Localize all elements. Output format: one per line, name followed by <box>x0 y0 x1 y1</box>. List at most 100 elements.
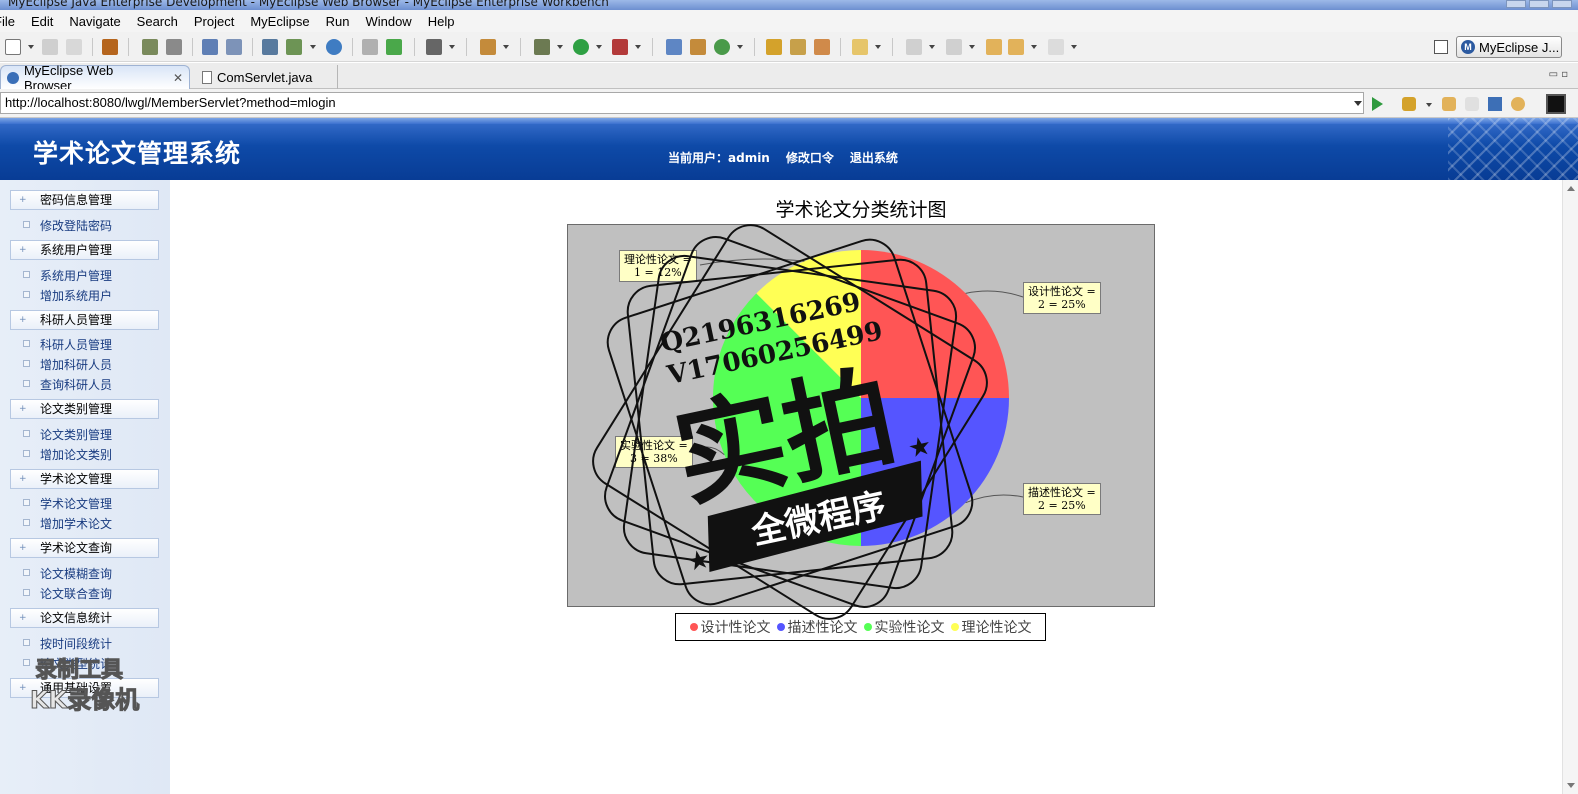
hierarchy-icon[interactable] <box>690 39 706 55</box>
sidebar-group-researchers[interactable]: + 科研人员管理 <box>10 310 159 330</box>
scroll-down-icon[interactable] <box>1567 783 1575 788</box>
sidebar-item-add-user[interactable]: 增加系统用户 <box>23 287 112 304</box>
menu-myeclipse[interactable]: MyEclipse <box>242 14 317 29</box>
run-dropdown-icon[interactable] <box>596 45 602 49</box>
debug-icon[interactable] <box>534 39 550 55</box>
url-dropdown-icon[interactable] <box>1354 101 1362 106</box>
project-folder-dropdown-icon[interactable] <box>875 45 881 49</box>
console-icon[interactable] <box>1546 94 1566 114</box>
vertical-scrollbar[interactable] <box>1562 180 1578 794</box>
sidebar-group-categories[interactable]: + 论文类别管理 <box>10 399 159 419</box>
deploy-icon[interactable] <box>166 39 182 55</box>
prev-annotation-icon[interactable] <box>946 39 962 55</box>
menu-file[interactable]: File <box>0 14 23 29</box>
browser-forward-icon[interactable] <box>1465 97 1479 111</box>
menu-window[interactable]: Window <box>357 14 419 29</box>
perspective-button[interactable]: M MyEclipse J... <box>1456 36 1562 58</box>
menu-search[interactable]: Search <box>129 14 186 29</box>
item-label: 科研人员管理 <box>40 338 113 352</box>
menu-help[interactable]: Help <box>420 14 463 29</box>
close-window-button[interactable] <box>1552 0 1572 8</box>
sidebar-group-users[interactable]: + 系统用户管理 <box>10 240 159 260</box>
refresh-icon[interactable] <box>714 39 730 55</box>
menu-run[interactable]: Run <box>318 14 358 29</box>
forward-dropdown-icon[interactable] <box>1071 45 1077 49</box>
next-annotation-icon[interactable] <box>906 39 922 55</box>
tab-web-browser[interactable]: MyEclipse Web Browser ✕ <box>0 63 190 93</box>
package-icon[interactable] <box>102 39 118 55</box>
server-icon[interactable] <box>142 39 158 55</box>
sidebar-item-add-researcher[interactable]: 增加科研人员 <box>23 356 112 373</box>
run-icon[interactable] <box>573 39 589 55</box>
menu-edit[interactable]: Edit <box>23 14 61 29</box>
sidebar-item-add-paper[interactable]: 增加学术论文 <box>23 515 112 532</box>
favorites-icon[interactable] <box>1402 97 1416 111</box>
item-label: 论文类别管理 <box>40 428 113 442</box>
edit-icon[interactable] <box>814 39 830 55</box>
sidebar-group-papers[interactable]: + 学术论文管理 <box>10 469 159 489</box>
sidebar-item-researchers[interactable]: 科研人员管理 <box>23 336 113 353</box>
expand-icon: + <box>19 683 27 693</box>
url-input[interactable]: http://localhost:8080/lwgl/MemberServlet… <box>0 92 1364 114</box>
change-password-link[interactable]: 修改口令 <box>786 149 834 166</box>
sidebar-item-time-stats[interactable]: 按时间段统计 <box>23 635 112 652</box>
debug-dropdown-icon[interactable] <box>557 45 563 49</box>
save-icon[interactable] <box>42 39 58 55</box>
logout-link[interactable]: 退出系统 <box>850 149 898 166</box>
refresh-dropdown-icon[interactable] <box>737 45 743 49</box>
forward-icon[interactable] <box>1048 39 1064 55</box>
print-icon[interactable] <box>66 39 82 55</box>
maximize-button[interactable] <box>1529 0 1549 8</box>
tab-comservlet[interactable]: ComServlet.java <box>196 65 338 89</box>
external-tools-icon[interactable] <box>612 39 628 55</box>
bullet-icon <box>23 569 30 576</box>
browser-back-icon[interactable] <box>1442 97 1456 111</box>
new-dropdown-icon[interactable] <box>28 45 34 49</box>
last-edit-icon[interactable] <box>986 39 1002 55</box>
stop-icon[interactable] <box>1488 97 1502 111</box>
prev-annotation-dropdown-icon[interactable] <box>969 45 975 49</box>
new-icon[interactable] <box>5 39 21 55</box>
open-type-icon[interactable] <box>666 39 682 55</box>
add-icon[interactable] <box>386 39 402 55</box>
sidebar-item-add-category[interactable]: 增加论文类别 <box>23 446 112 463</box>
next-annotation-dropdown-icon[interactable] <box>929 45 935 49</box>
sidebar-item-query-researcher[interactable]: 查询科研人员 <box>23 376 112 393</box>
globe-icon[interactable] <box>326 39 342 55</box>
sidebar-item-categories[interactable]: 论文类别管理 <box>23 426 113 443</box>
open-perspective-icon[interactable] <box>1434 40 1448 54</box>
menu-project[interactable]: Project <box>186 14 242 29</box>
minimize-button[interactable] <box>1506 0 1526 8</box>
browser-refresh-icon[interactable] <box>1511 97 1525 111</box>
pencil-icon[interactable] <box>790 39 806 55</box>
sidebar-item-fuzzy-query[interactable]: 论文模糊查询 <box>23 565 112 582</box>
bean-icon[interactable] <box>362 39 378 55</box>
camera-icon[interactable] <box>426 39 442 55</box>
project-folder-icon[interactable] <box>852 39 868 55</box>
export-dropdown-icon[interactable] <box>310 45 316 49</box>
external-tools-dropdown-icon[interactable] <box>635 45 641 49</box>
favorites-dropdown-icon[interactable] <box>1426 103 1432 107</box>
web-icon[interactable] <box>262 39 278 55</box>
back-dropdown-icon[interactable] <box>1031 45 1037 49</box>
menu-navigate[interactable]: Navigate <box>61 14 128 29</box>
scroll-up-icon[interactable] <box>1567 186 1575 191</box>
sidebar-item-users[interactable]: 系统用户管理 <box>23 267 112 284</box>
sidebar-group-statistics[interactable]: + 论文信息统计 <box>10 608 159 628</box>
minimize-maximize-icon[interactable]: ▭ ▫ <box>1549 69 1568 80</box>
sidebar-item-change-password[interactable]: 修改登陆密码 <box>23 217 112 234</box>
sidebar-item-papers[interactable]: 学术论文管理 <box>23 495 112 512</box>
task-icon[interactable] <box>480 39 496 55</box>
task-dropdown-icon[interactable] <box>503 45 509 49</box>
sidebar-group-query[interactable]: + 学术论文查询 <box>10 538 159 558</box>
close-icon[interactable]: ✕ <box>173 71 183 85</box>
sidebar-item-joint-query[interactable]: 论文联合查询 <box>23 585 112 602</box>
go-icon[interactable] <box>1372 97 1383 111</box>
back-icon[interactable] <box>1008 39 1024 55</box>
open-folder-icon[interactable] <box>766 39 782 55</box>
wizard-icon[interactable] <box>202 39 218 55</box>
export-icon[interactable] <box>286 39 302 55</box>
sidebar-group-password[interactable]: + 密码信息管理 <box>10 190 159 210</box>
camera-dropdown-icon[interactable] <box>449 45 455 49</box>
wizard2-icon[interactable] <box>226 39 242 55</box>
